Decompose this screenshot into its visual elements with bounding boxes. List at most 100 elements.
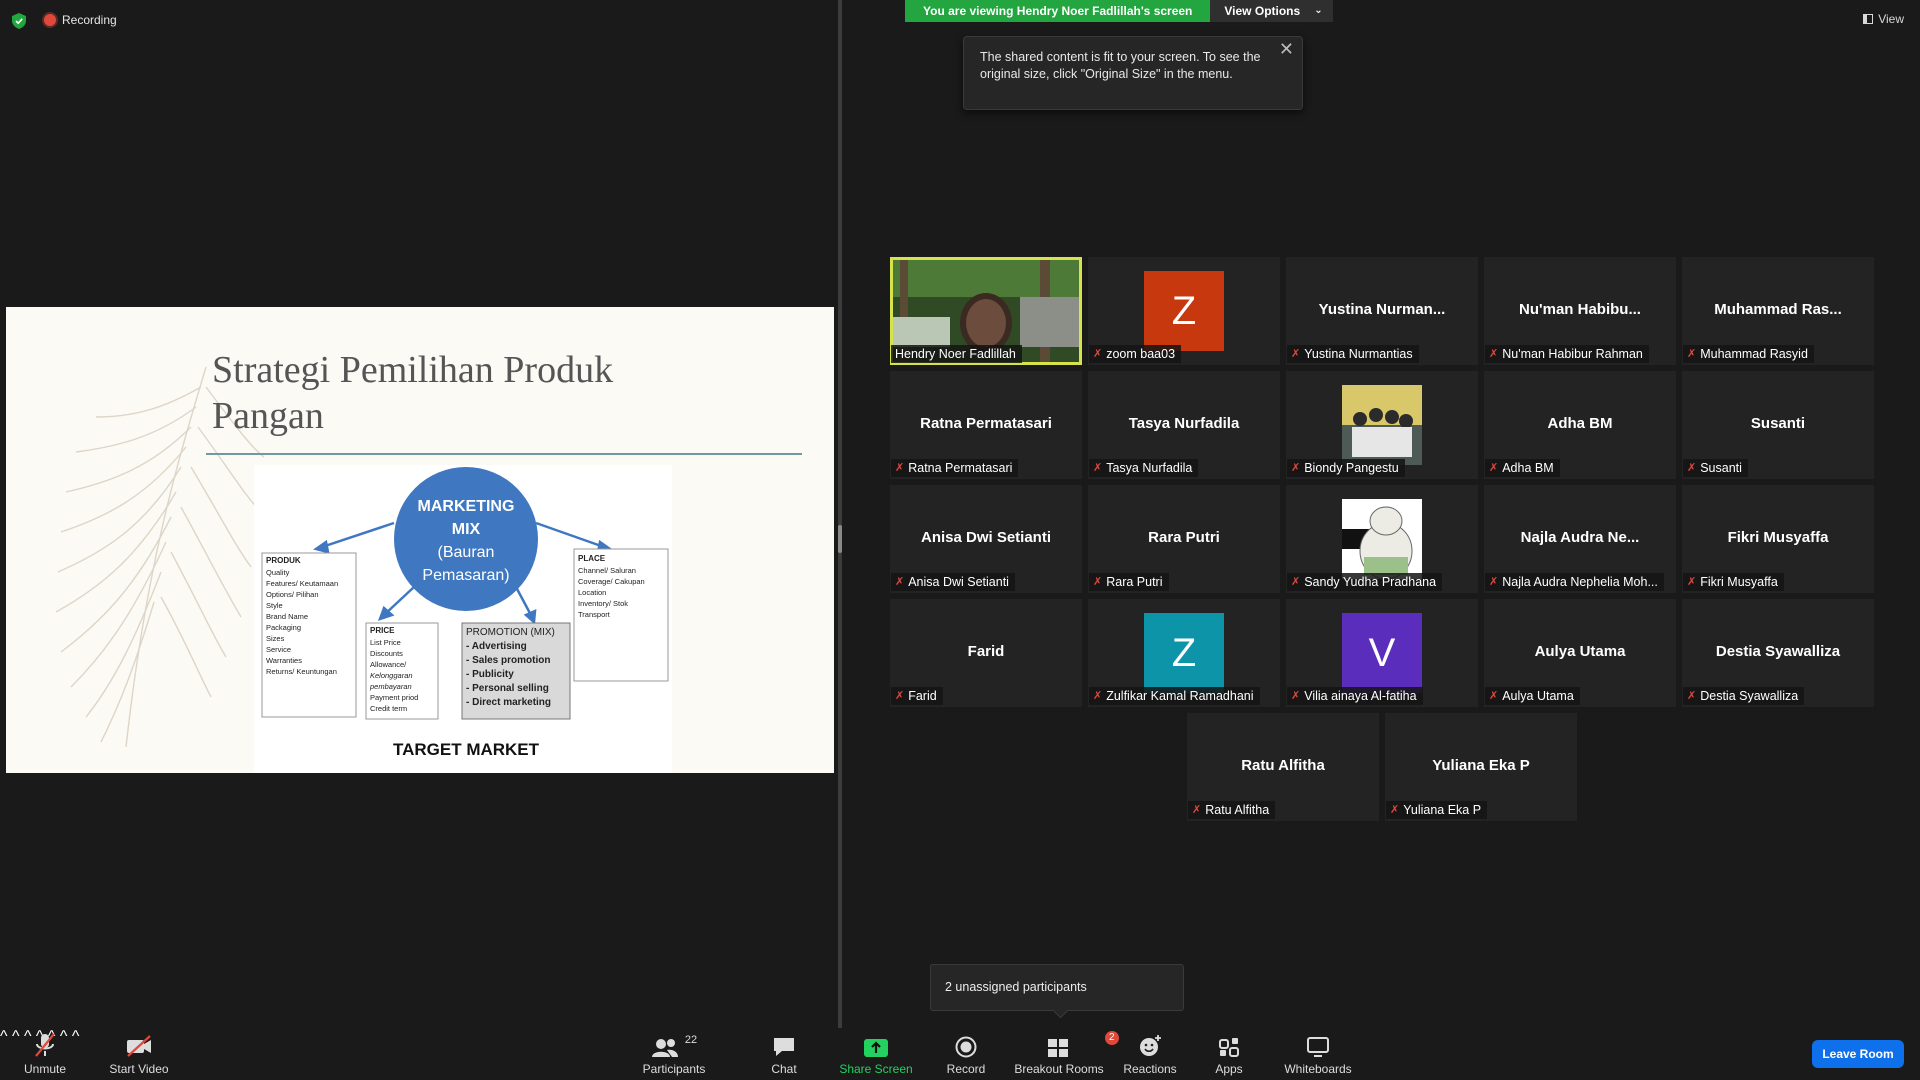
- participant-name: Fikri Musyaffa: [1700, 575, 1778, 589]
- slide-title-line1: Strategi Pemilihan Produk: [212, 349, 614, 391]
- leave-room-button[interactable]: Leave Room: [1812, 1040, 1904, 1068]
- produk-item: Features/ Keutamaan: [266, 579, 338, 588]
- participant-display-name: Tasya Nurfadila: [1128, 415, 1240, 432]
- chat-button[interactable]: Chat: [758, 1028, 810, 1080]
- promotion-heading: PROMOTION (MIX): [466, 627, 555, 638]
- share-screen-icon: [864, 1039, 888, 1057]
- share-screen-label: Share Screen: [839, 1062, 913, 1076]
- participant-tile[interactable]: Adha BM ✗ Adha BM: [1484, 371, 1676, 479]
- participant-name: Biondy Pangestu: [1304, 461, 1399, 475]
- participant-name: Anisa Dwi Setianti: [908, 575, 1009, 589]
- whiteboards-button[interactable]: Whiteboards: [1282, 1028, 1354, 1080]
- participant-tile[interactable]: Tasya Nurfadila ✗ Tasya Nurfadila: [1088, 371, 1280, 479]
- unmute-button[interactable]: Unmute: [18, 1028, 72, 1080]
- muted-mic-icon: ✗: [1093, 690, 1103, 702]
- close-icon[interactable]: ✕: [1279, 39, 1294, 60]
- fit-screen-tooltip: The shared content is fit to your screen…: [963, 36, 1303, 110]
- participant-display-name: Yustina Nurman...: [1318, 301, 1446, 318]
- participant-tile[interactable]: ✗ Sandy Yudha Pradhana: [1286, 485, 1478, 593]
- participant-tile[interactable]: Anisa Dwi Setianti ✗ Anisa Dwi Setianti: [890, 485, 1082, 593]
- participant-tile[interactable]: ✗ Biondy Pangestu: [1286, 371, 1478, 479]
- apps-button[interactable]: Apps: [1210, 1028, 1248, 1080]
- avatar: Z: [1144, 613, 1224, 693]
- participant-tile[interactable]: Aulya Utama ✗ Aulya Utama: [1484, 599, 1676, 707]
- participant-name-label: ✗ Yustina Nurmantias: [1287, 345, 1419, 363]
- profile-photo: [1342, 385, 1422, 465]
- participant-display-name: Muhammad Ras...: [1714, 301, 1842, 318]
- place-item: Inventory/ Stok: [578, 599, 628, 608]
- center-line-2: MIX: [452, 521, 481, 538]
- participant-name-label: ✗ Zulfikar Kamal Ramadhani: [1089, 687, 1260, 705]
- muted-mic-icon: ✗: [1093, 576, 1103, 588]
- participant-name: Vilia ainaya Al-fatiha: [1304, 689, 1417, 703]
- produk-item: Returns/ Keuntungan: [266, 667, 337, 676]
- participant-name-label: ✗ Susanti: [1683, 459, 1748, 477]
- participant-name: Ratna Permatasari: [908, 461, 1013, 475]
- participant-display-name: Ratu Alfitha: [1241, 757, 1325, 774]
- produk-heading: PRODUK: [266, 556, 301, 565]
- participant-name: Adha BM: [1502, 461, 1554, 475]
- recording-indicator[interactable]: Recording: [44, 11, 117, 29]
- reactions-label: Reactions: [1123, 1062, 1177, 1076]
- muted-mic-icon: ✗: [1687, 690, 1697, 702]
- view-splitter[interactable]: [838, 0, 842, 1028]
- participant-tile[interactable]: Z ✗ zoom baa03: [1088, 257, 1280, 365]
- participant-tile[interactable]: Najla Audra Ne... ✗ Najla Audra Nephelia M…: [1484, 485, 1676, 593]
- share-screen-button[interactable]: Share Screen: [839, 1028, 913, 1080]
- participant-tile[interactable]: Yuliana Eka P ✗ Yuliana Eka P: [1385, 713, 1577, 821]
- participant-tile[interactable]: Fikri Musyaffa ✗ Fikri Musyaffa: [1682, 485, 1874, 593]
- participant-tile[interactable]: Rara Putri ✗ Rara Putri: [1088, 485, 1280, 593]
- participant-display-name: Nu'man Habibu...: [1519, 301, 1641, 318]
- participants-button[interactable]: 22 Participants: [638, 1028, 710, 1080]
- unassigned-participants-popup[interactable]: 2 unassigned participants: [930, 964, 1184, 1011]
- muted-mic-icon: ✗: [1291, 576, 1301, 588]
- price-item: Kelonggaran: [370, 671, 413, 680]
- place-item: Transport: [578, 610, 611, 619]
- whiteboards-options-caret[interactable]: ^: [72, 1028, 80, 1045]
- participant-display-name: Aulya Utama: [1534, 643, 1626, 660]
- start-video-label: Start Video: [109, 1062, 169, 1076]
- participants-count: 22: [684, 1034, 698, 1046]
- view-options-button[interactable]: View Options ⌄: [1210, 0, 1333, 22]
- muted-mic-icon: ✗: [1489, 462, 1499, 474]
- participant-tile[interactable]: Farid ✗ Farid: [890, 599, 1082, 707]
- record-button[interactable]: Record: [942, 1028, 990, 1080]
- meeting-toolbar: Unmute ^ Start Video ^ 22 Participants C…: [0, 1028, 1920, 1080]
- participant-name: Nu'man Habibur Rahman: [1502, 347, 1643, 361]
- participant-tile[interactable]: Destia Syawalliza ✗ Destia Syawalliza: [1682, 599, 1874, 707]
- participant-name-label: ✗ Tasya Nurfadila: [1089, 459, 1199, 477]
- grid-view-icon: [1863, 14, 1874, 24]
- muted-mic-icon: [35, 1033, 55, 1057]
- participant-tile[interactable]: Muhammad Ras... ✗ Muhammad Rasyid: [1682, 257, 1874, 365]
- participant-name-label: ✗ Yuliana Eka P: [1386, 801, 1488, 819]
- participant-tile[interactable]: Ratna Permatasari ✗ Ratna Permatasari: [890, 371, 1082, 479]
- participant-display-name: Yuliana Eka P: [1432, 757, 1530, 774]
- participant-tile[interactable]: V ✗ Vilia ainaya Al-fatiha: [1286, 599, 1478, 707]
- participant-tile[interactable]: Susanti ✗ Susanti: [1682, 371, 1874, 479]
- audio-options-caret[interactable]: ^: [0, 1028, 8, 1045]
- viewing-banner-text: You are viewing Hendry Noer Fadlillah's …: [905, 0, 1211, 22]
- muted-mic-icon: ✗: [1291, 348, 1301, 360]
- chat-label: Chat: [771, 1062, 797, 1076]
- participant-tile[interactable]: Ratu Alfitha ✗ Ratu Alfitha: [1187, 713, 1379, 821]
- participant-display-name: Adha BM: [1547, 415, 1613, 432]
- security-shield-icon[interactable]: [12, 13, 26, 29]
- shared-screen-slide: Strategi Pemilihan Produk Pangan MARKETI…: [6, 307, 834, 773]
- muted-mic-icon: ✗: [895, 462, 905, 474]
- breakout-rooms-icon: [1048, 1039, 1068, 1057]
- apps-label: Apps: [1215, 1062, 1243, 1076]
- participant-tile[interactable]: Yustina Nurman... ✗ Yustina Nurmantias: [1286, 257, 1478, 365]
- apps-icon: [1219, 1038, 1239, 1057]
- breakout-rooms-button[interactable]: 2 Breakout Rooms: [1012, 1028, 1119, 1080]
- splitter-grip[interactable]: [838, 525, 842, 553]
- participant-tile[interactable]: Nu'man Habibu... ✗ Nu'man Habibur Rahman: [1484, 257, 1676, 365]
- participant-name: Tasya Nurfadila: [1106, 461, 1193, 475]
- start-video-button[interactable]: Start Video: [104, 1028, 174, 1080]
- view-button[interactable]: View: [1863, 12, 1904, 26]
- participant-name: Farid: [908, 689, 937, 703]
- participant-name: Rara Putri: [1106, 575, 1163, 589]
- participant-display-name: Destia Syawalliza: [1715, 643, 1841, 660]
- reactions-button[interactable]: Reactions: [1122, 1028, 1178, 1080]
- participant-tile[interactable]: Z ✗ Zulfikar Kamal Ramadhani: [1088, 599, 1280, 707]
- participant-tile[interactable]: Hendry Noer Fadlillah: [890, 257, 1082, 365]
